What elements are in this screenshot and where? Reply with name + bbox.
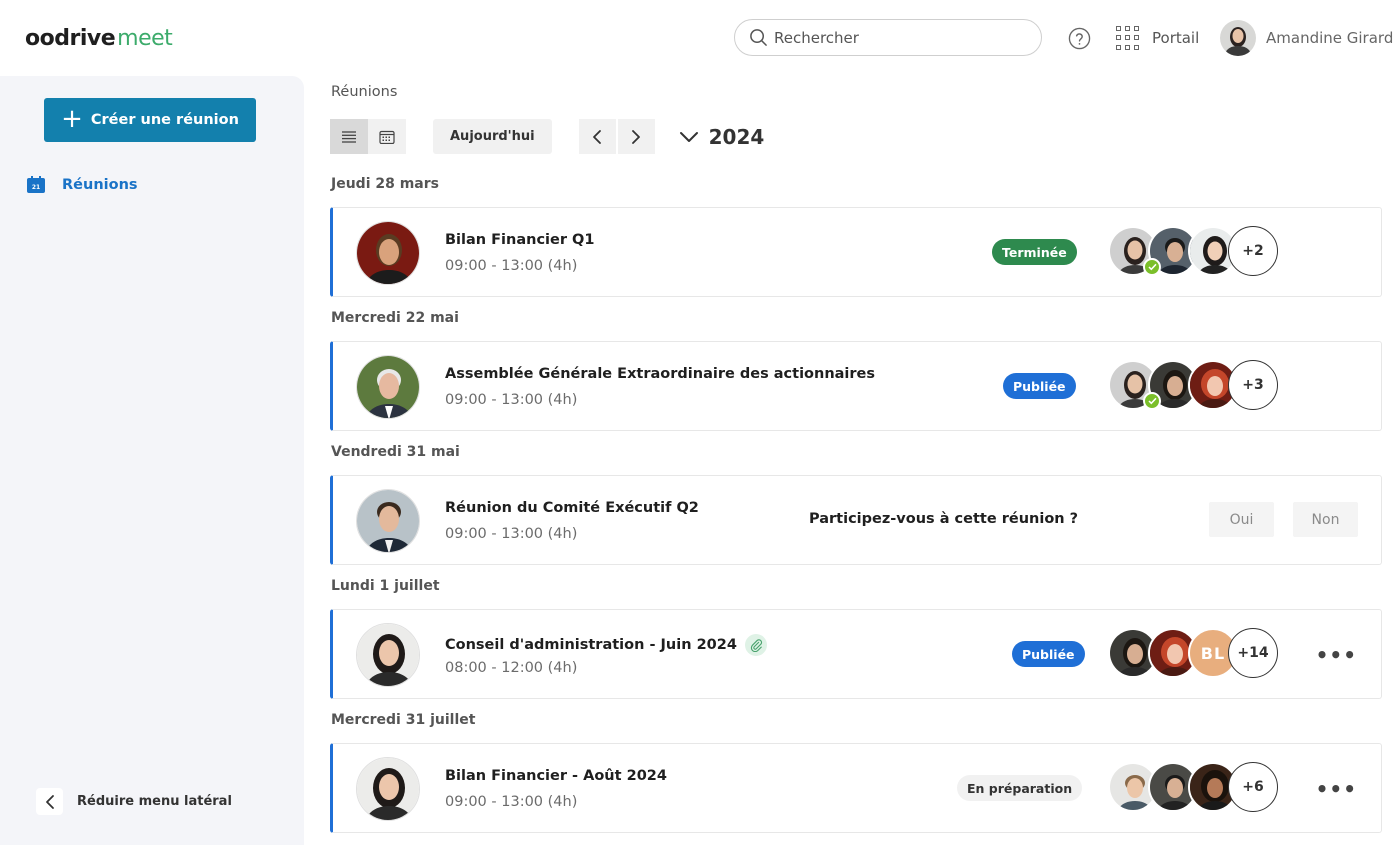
participation-question: Participez-vous à cette réunion ?	[809, 511, 1079, 527]
participants-group[interactable]: BL +14	[1108, 628, 1278, 678]
day-label: Mercredi 22 mai	[331, 310, 459, 326]
calendar-grid-icon	[379, 130, 395, 144]
organizer-avatar	[356, 489, 420, 553]
meeting-title: Assemblée Générale Extraordinaire des ac…	[445, 366, 876, 382]
meeting-time: 08:00 - 12:00 (4h)	[445, 660, 578, 676]
create-meeting-label: Créer une réunion	[90, 112, 239, 128]
accept-button[interactable]: Oui	[1209, 502, 1274, 537]
status-badge: En préparation	[957, 775, 1083, 801]
calendar-view-button[interactable]	[368, 119, 406, 154]
meeting-time: 09:00 - 13:00 (4h)	[445, 526, 578, 542]
sidebar-item-meetings[interactable]: 21 Réunions	[26, 176, 138, 194]
search-input[interactable]	[774, 28, 1024, 47]
meeting-title: Réunion du Comité Exécutif Q2	[445, 500, 699, 516]
accepted-check-icon	[1143, 258, 1161, 276]
user-menu[interactable]: Amandine Girard	[1220, 20, 1393, 56]
chevron-left-icon	[593, 129, 602, 144]
calendar-toolbar: Aujourd'hui 2024	[330, 119, 764, 154]
search-icon	[750, 29, 767, 46]
chevron-down-icon	[679, 131, 698, 142]
svg-text:21: 21	[32, 184, 40, 191]
view-toggle	[330, 119, 406, 154]
period-navigation	[578, 119, 655, 154]
create-meeting-button[interactable]: + Créer une réunion	[44, 98, 256, 142]
decline-button[interactable]: Non	[1293, 502, 1358, 537]
day-label: Mercredi 31 juillet	[331, 712, 476, 728]
status-badge: Publiée	[1012, 641, 1085, 667]
previous-button[interactable]	[578, 119, 616, 154]
meeting-card[interactable]: Conseil d'administration - Juin 2024 08:…	[330, 609, 1382, 699]
top-header: oodrivemeet Portail Amandine Girard	[0, 0, 1398, 76]
next-button[interactable]	[617, 119, 655, 154]
plus-icon: +	[61, 103, 83, 134]
more-options-button[interactable]: •••	[1316, 643, 1357, 667]
meeting-card[interactable]: Bilan Financier Q1 09:00 - 13:00 (4h) Te…	[330, 207, 1382, 297]
organizer-avatar	[356, 221, 420, 285]
chevron-right-icon	[632, 129, 641, 144]
search-box[interactable]	[734, 19, 1042, 56]
calendar-icon: 21	[27, 176, 45, 193]
user-avatar	[1220, 20, 1256, 56]
year-selector[interactable]: 2024	[679, 124, 765, 149]
organizer-avatar	[356, 355, 420, 419]
organizer-avatar	[356, 757, 420, 821]
meeting-title: Bilan Financier - Août 2024	[445, 768, 667, 784]
more-participants-count: +14	[1228, 628, 1278, 678]
meeting-title: Conseil d'administration - Juin 2024	[445, 634, 767, 656]
portal-label: Portail	[1152, 29, 1200, 47]
app-logo[interactable]: oo drive meet	[25, 26, 173, 51]
meeting-time: 09:00 - 13:00 (4h)	[445, 258, 578, 274]
portal-link[interactable]: Portail	[1116, 26, 1199, 50]
meeting-card[interactable]: Assemblée Générale Extraordinaire des ac…	[330, 341, 1382, 431]
meeting-card[interactable]: Réunion du Comité Exécutif Q2 09:00 - 13…	[330, 475, 1382, 565]
today-button[interactable]: Aujourd'hui	[433, 119, 552, 154]
day-label: Jeudi 28 mars	[331, 176, 439, 192]
meeting-time: 09:00 - 13:00 (4h)	[445, 392, 578, 408]
year-label: 2024	[708, 124, 765, 149]
accepted-check-icon	[1143, 392, 1161, 410]
user-name: Amandine Girard	[1266, 29, 1394, 47]
collapse-label: Réduire menu latéral	[77, 794, 232, 809]
meeting-title: Bilan Financier Q1	[445, 232, 595, 248]
more-participants-count: +6	[1228, 762, 1278, 812]
collapse-sidebar-button[interactable]: Réduire menu latéral	[36, 788, 232, 815]
more-participants-count: +3	[1228, 360, 1278, 410]
participants-group[interactable]: +6	[1108, 762, 1278, 812]
status-badge: Publiée	[1003, 373, 1076, 399]
day-label: Lundi 1 juillet	[331, 578, 440, 594]
more-options-button[interactable]: •••	[1316, 777, 1357, 801]
participants-group[interactable]: +3	[1108, 360, 1278, 410]
status-badge: Terminée	[992, 239, 1077, 265]
list-view-button[interactable]	[330, 119, 368, 154]
participants-group[interactable]: +2	[1108, 226, 1278, 276]
meeting-card[interactable]: Bilan Financier - Août 2024 09:00 - 13:0…	[330, 743, 1382, 833]
sidebar: + Créer une réunion 21 Réunions Réduire …	[0, 76, 304, 845]
organizer-avatar	[356, 623, 420, 687]
sidebar-item-label: Réunions	[62, 177, 138, 193]
day-label: Vendredi 31 mai	[331, 444, 460, 460]
apps-grid-icon	[1116, 26, 1140, 50]
chevron-left-icon	[36, 788, 63, 815]
help-icon[interactable]	[1068, 27, 1091, 50]
more-participants-count: +2	[1228, 226, 1278, 276]
list-icon	[342, 130, 356, 143]
meeting-time: 09:00 - 13:00 (4h)	[445, 794, 578, 810]
attachment-icon[interactable]	[744, 634, 767, 656]
breadcrumb: Réunions	[331, 84, 398, 100]
